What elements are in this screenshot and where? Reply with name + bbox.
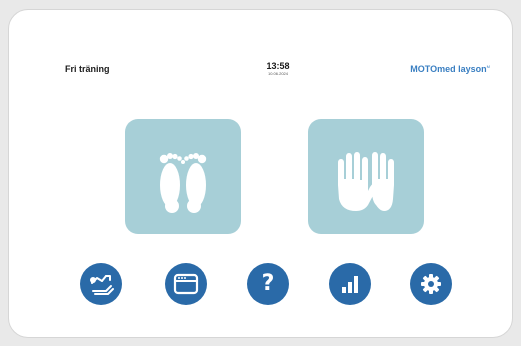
legs-training-tile[interactable] — [125, 119, 241, 234]
settings-button[interactable] — [410, 263, 452, 305]
bar-chart-icon — [342, 276, 358, 293]
gear-icon — [421, 274, 441, 294]
statistics-button[interactable] — [329, 263, 371, 305]
device-frame: Fri träning 13:58 10.06.2024 MOTOmed lay… — [8, 9, 513, 338]
mode-title: Fri träning — [65, 64, 110, 74]
brand-logo: MOTOmed laysonM — [410, 64, 490, 74]
hands-icon — [338, 152, 394, 211]
help-button[interactable]: ? — [247, 263, 289, 305]
therapy-program-button[interactable] — [80, 263, 122, 305]
question-icon: ? — [261, 271, 275, 296]
arms-training-tile[interactable] — [308, 119, 424, 234]
clock: 13:58 10.06.2024 — [248, 61, 308, 76]
clock-date: 10.06.2024 — [267, 71, 289, 76]
menu-button[interactable] — [165, 263, 207, 305]
brand-name: MOTOmed layson — [410, 64, 487, 74]
status-bar: Fri träning 13:58 10.06.2024 MOTOmed lay… — [51, 52, 494, 82]
touch-screen: Fri träning 13:58 10.06.2024 MOTOmed lay… — [51, 52, 494, 317]
feet-icon — [159, 153, 207, 213]
therapy-program-icon — [90, 275, 114, 295]
window-menu-icon — [173, 273, 199, 295]
clock-time: 13:58 — [266, 61, 290, 71]
brand-superscript: M — [486, 64, 490, 69]
